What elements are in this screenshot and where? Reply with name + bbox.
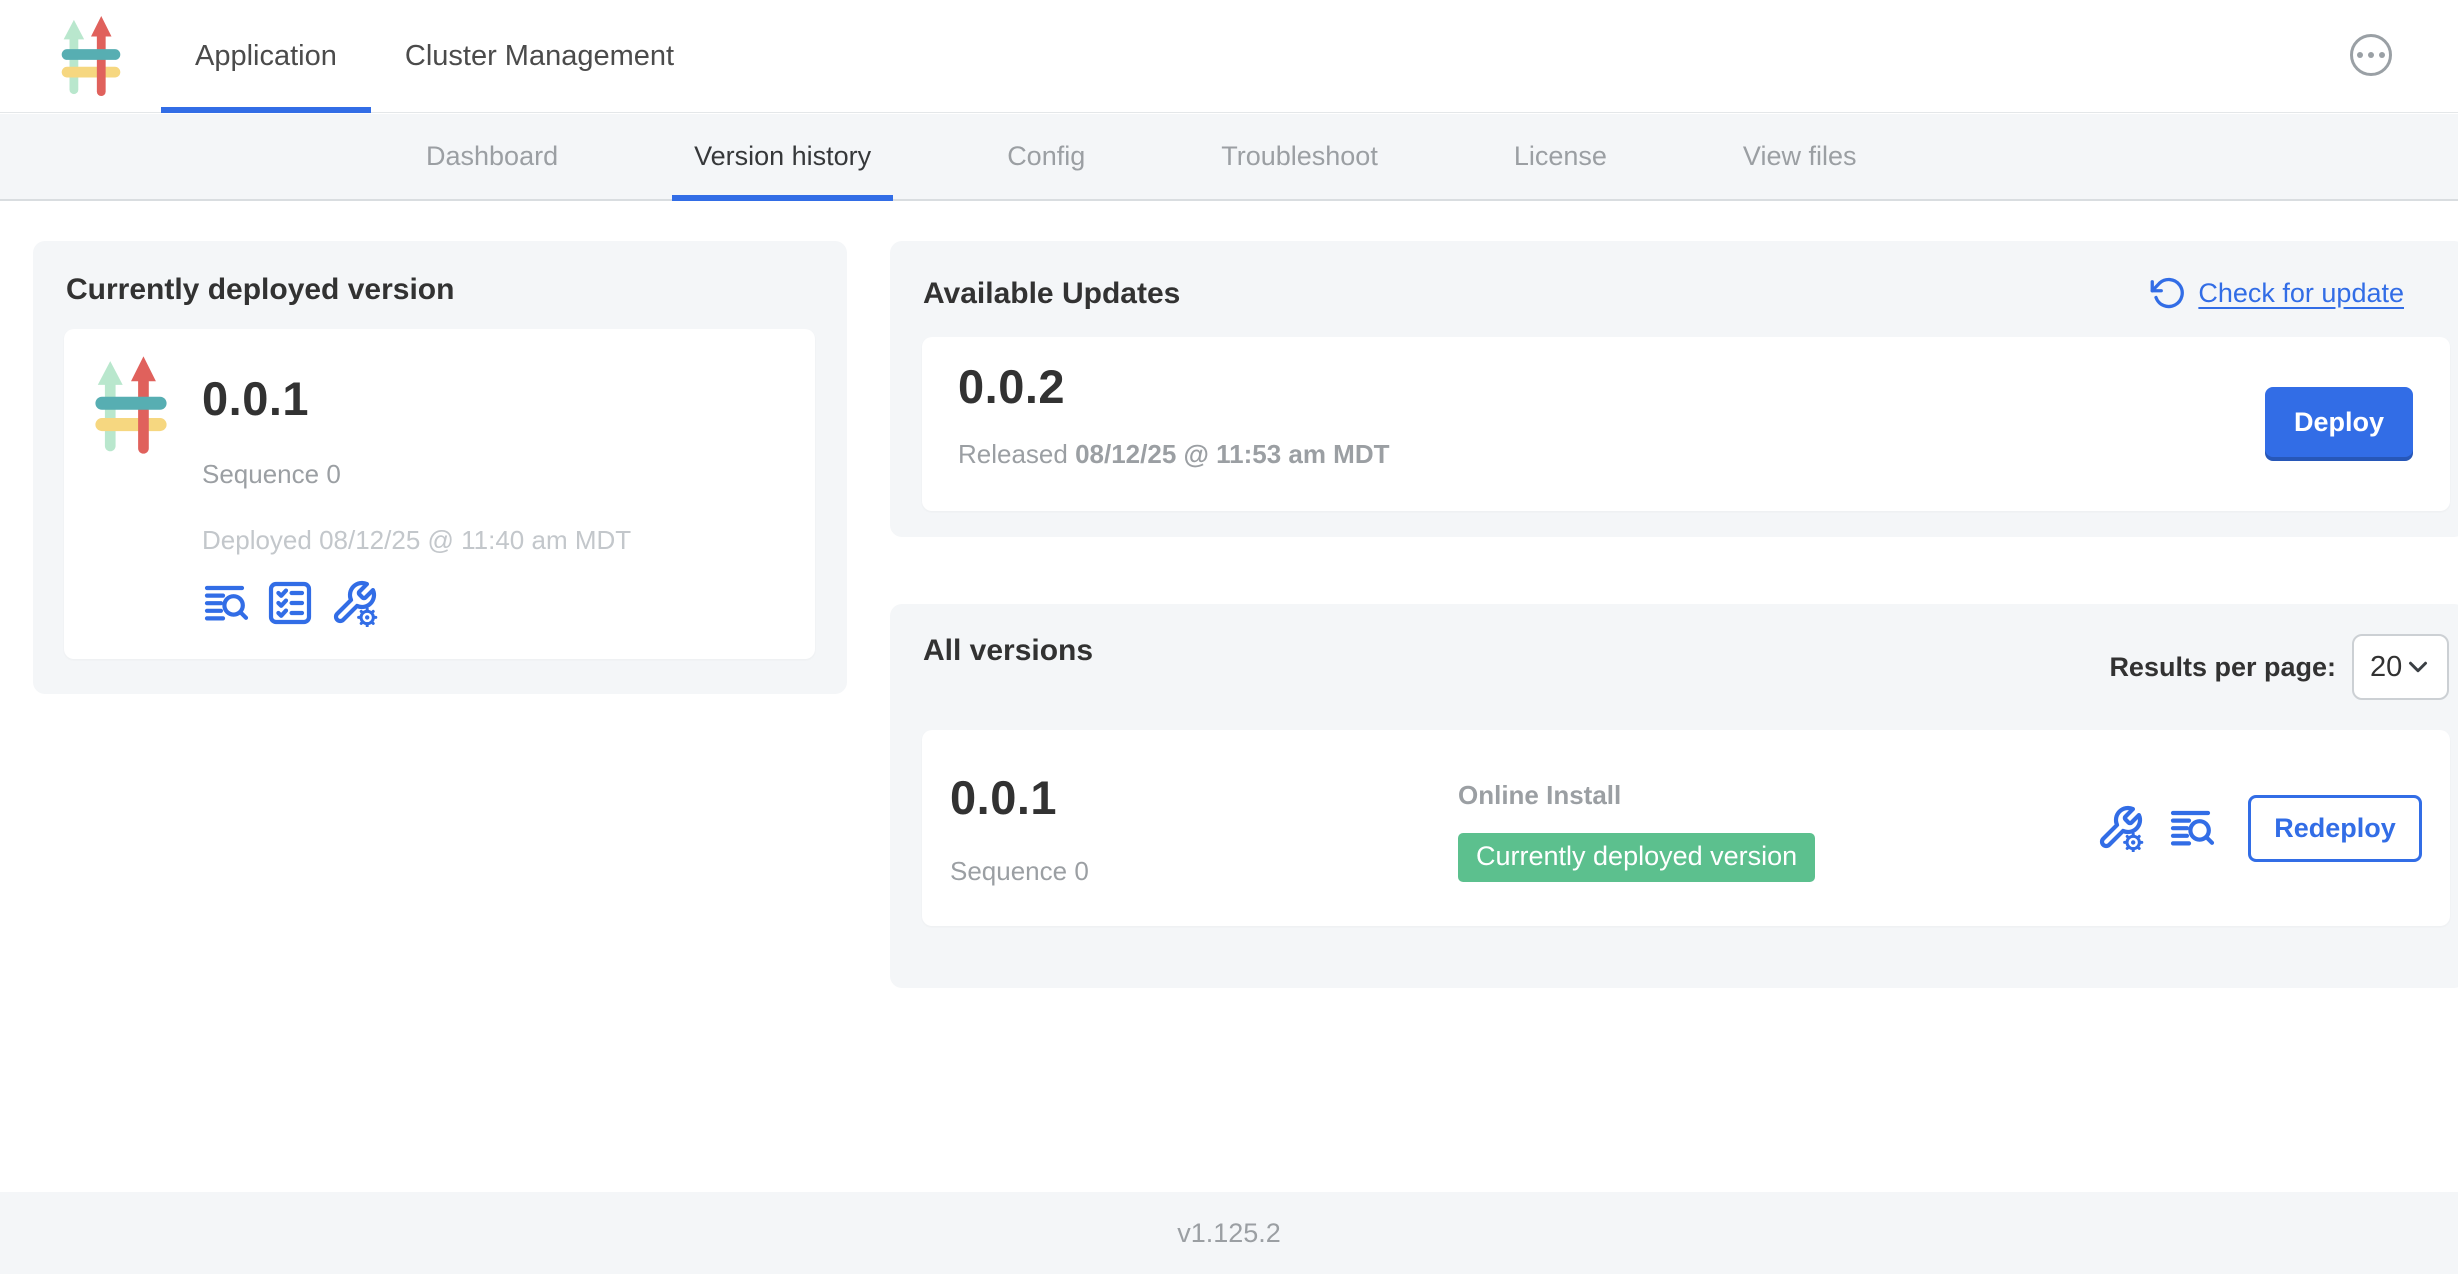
app-header: Application Cluster Management (0, 0, 2458, 113)
tab-config[interactable]: Config (985, 114, 1107, 199)
row-actions: Redeploy (2096, 730, 2422, 926)
update-row: 0.0.2 Released 08/12/25 @ 11:53 am MDT D… (922, 337, 2450, 511)
results-per-page-value: 20 (2370, 651, 2402, 684)
deployed-sequence: Sequence 0 (202, 459, 341, 490)
config-wrench-icon[interactable] (330, 579, 378, 627)
results-per-page-label: Results per page: (2109, 652, 2336, 683)
tab-label: Dashboard (426, 141, 558, 172)
all-versions-title: All versions (923, 634, 1093, 668)
update-released-timestamp: Released 08/12/25 @ 11:53 am MDT (958, 439, 1390, 470)
header-tab-cluster-management[interactable]: Cluster Management (371, 0, 708, 113)
row-version-number: 0.0.1 (950, 770, 1057, 825)
results-per-page-select[interactable]: 20 (2352, 634, 2449, 700)
header-tab-application[interactable]: Application (161, 0, 371, 113)
tab-troubleshoot[interactable]: Troubleshoot (1199, 114, 1400, 199)
tab-label: View files (1743, 141, 1857, 172)
deployed-version-actions (202, 579, 378, 627)
app-logo-icon (58, 14, 124, 98)
overflow-menu-icon[interactable] (2350, 34, 2392, 76)
tab-label: Version history (694, 141, 871, 172)
tab-dashboard[interactable]: Dashboard (404, 114, 580, 199)
deployed-version-panel: 0.0.1 Sequence 0 Deployed 08/12/25 @ 11:… (64, 329, 815, 659)
release-logs-icon[interactable] (202, 579, 250, 627)
row-install-info: Online Install Currently deployed versio… (1458, 780, 1815, 882)
deploy-button[interactable]: Deploy (2265, 387, 2413, 457)
install-type-label: Online Install (1458, 780, 1815, 811)
app-footer: v1.125.2 (0, 1192, 2458, 1274)
header-tab-label: Application (195, 40, 337, 73)
redeploy-button[interactable]: Redeploy (2248, 795, 2422, 862)
app-subnav: Dashboard Version history Config Trouble… (0, 114, 2458, 201)
check-for-update-link[interactable]: Check for update (2150, 275, 2404, 311)
row-sequence: Sequence 0 (950, 856, 1089, 887)
currently-deployed-card: Currently deployed version 0.0.1 Sequenc… (33, 241, 847, 694)
available-updates-card: Available Updates Check for update 0.0.2… (890, 241, 2458, 537)
currently-deployed-badge: Currently deployed version (1458, 833, 1815, 882)
tab-label: Config (1007, 141, 1085, 172)
tab-label: Troubleshoot (1221, 141, 1378, 172)
chevron-down-icon (2403, 652, 2433, 682)
config-wrench-icon[interactable] (2096, 804, 2144, 852)
preflight-checks-icon[interactable] (266, 579, 314, 627)
admin-console-version: v1.125.2 (1177, 1218, 1281, 1249)
subnav-tabs: Dashboard Version history Config Trouble… (404, 114, 1878, 199)
check-for-update-label: Check for update (2198, 278, 2404, 309)
tab-view-files[interactable]: View files (1721, 114, 1879, 199)
deployed-card-title: Currently deployed version (66, 273, 454, 307)
released-date: 08/12/25 @ 11:53 am MDT (1075, 439, 1389, 469)
all-versions-card: All versions Results per page: 20 0.0.1 … (890, 604, 2458, 988)
results-per-page: Results per page: 20 (2109, 634, 2449, 700)
tab-label: License (1514, 141, 1607, 172)
header-tabs: Application Cluster Management (161, 0, 708, 113)
deployed-timestamp: Deployed 08/12/25 @ 11:40 am MDT (202, 525, 631, 556)
tab-version-history[interactable]: Version history (672, 114, 893, 199)
tab-license[interactable]: License (1492, 114, 1629, 199)
refresh-icon (2150, 275, 2186, 311)
release-logs-icon[interactable] (2168, 804, 2216, 852)
app-logo-icon (89, 354, 173, 456)
available-updates-title: Available Updates (923, 277, 1180, 311)
header-tab-label: Cluster Management (405, 40, 674, 73)
update-version-number: 0.0.2 (958, 359, 1065, 414)
released-prefix: Released (958, 439, 1075, 469)
version-row: 0.0.1 Sequence 0 Online Install Currentl… (922, 730, 2450, 926)
deployed-version-number: 0.0.1 (202, 371, 309, 426)
